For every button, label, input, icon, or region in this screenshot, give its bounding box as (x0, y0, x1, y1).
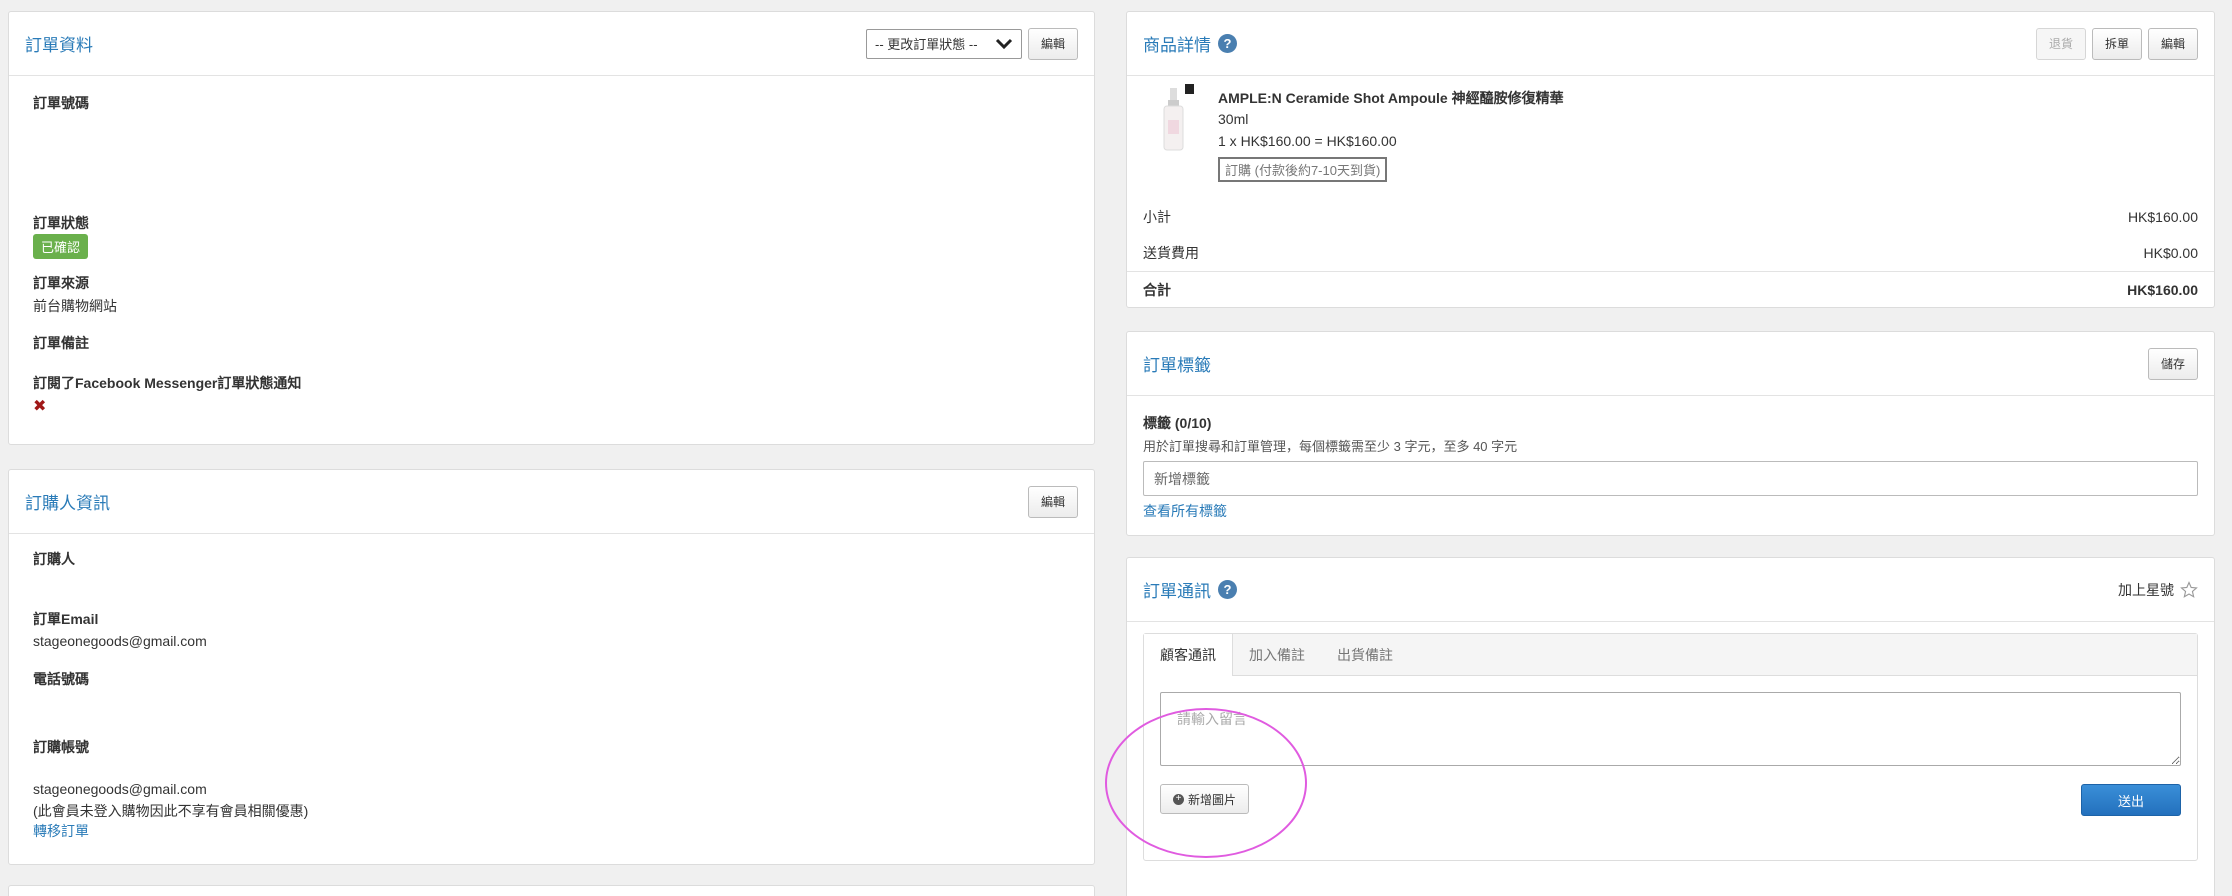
cross-icon: ✖ (33, 398, 47, 415)
order-status-label: 訂單狀態 (33, 215, 89, 231)
tags-label: 標籤 (0/10) (1143, 415, 1212, 431)
plus-circle-icon: + (1173, 793, 1184, 805)
star-label: 加上星號 (2118, 581, 2174, 598)
total-row: 合計 HK$160.00 (1127, 271, 2214, 307)
product-price-line: 1 x HK$160.00 = HK$160.00 (1218, 133, 1397, 149)
order-info-panel: 訂單資料 -- 更改訂單狀態 -- 編輯 訂單號碼 訂單狀態 已確認 訂單來源 … (8, 11, 1095, 445)
order-remark-label: 訂單備註 (33, 335, 89, 351)
order-tags-actions: 儲存 (2147, 347, 2198, 380)
buyer-label: 訂購人 (33, 551, 75, 567)
tags-hint: 用於訂單搜尋和訂單管理，每個標籤需至少 3 字元，至多 40 字元 (1143, 439, 1518, 454)
order-info-title: 訂單資料 (25, 36, 93, 55)
phone-label: 電話號碼 (33, 671, 89, 687)
subtotal-row: 小計 HK$160.00 (1127, 199, 2214, 235)
star-toggle[interactable]: 加上星號 (2118, 580, 2198, 600)
subtotal-value: HK$160.00 (2127, 209, 2198, 225)
shipping-label: 送貨費用 (1143, 245, 1199, 261)
help-icon[interactable]: ? (1218, 34, 1237, 53)
shipping-value: HK$0.00 (2143, 245, 2198, 261)
account-note: (此會員未登入購物因此不享有會員相關優惠) (33, 803, 309, 819)
subtotal-label: 小計 (1143, 209, 1171, 225)
order-status-select[interactable]: -- 更改訂單狀態 -- (865, 28, 1022, 59)
product-details-panel: 商品詳情 ? 退貨 拆單 編輯 AMPLE:N Ceramide Shot Am… (1126, 11, 2215, 308)
email-value: stageonegoods@gmail.com (33, 633, 207, 649)
total-value: HK$160.00 (2127, 281, 2198, 298)
order-info-header: 訂單資料 -- 更改訂單狀態 -- 編輯 (9, 12, 1094, 76)
product-details-title: 商品詳情 (1143, 36, 1211, 55)
add-image-button[interactable]: + 新增圖片 (1160, 784, 1250, 814)
product-name[interactable]: AMPLE:N Ceramide Shot Ampoule 神經醯胺修復精華 (1218, 88, 1564, 108)
order-number-label: 訂單號碼 (33, 95, 89, 111)
product-variant: 30ml (1218, 111, 1249, 127)
product-details-header: 商品詳情 ? 退貨 拆單 編輯 (1127, 12, 2214, 76)
buyer-info-title: 訂購人資訊 (25, 494, 110, 513)
help-icon[interactable]: ? (1218, 580, 1237, 599)
order-info-edit-button[interactable]: 編輯 (1027, 27, 1078, 60)
left-lower-panel (8, 885, 1095, 896)
message-tab-bar: 顧客通訊 加入備註 出貨備註 (1144, 634, 2197, 676)
new-tag-input[interactable] (1143, 461, 2198, 496)
return-button[interactable]: 退貨 (2035, 27, 2086, 60)
save-tags-button[interactable]: 儲存 (2147, 347, 2198, 380)
order-tags-title: 訂單標籤 (1143, 356, 1211, 375)
order-messages-title: 訂單通訊 (1143, 582, 1211, 601)
message-tabs-container: 顧客通訊 加入備註 出貨備註 + 新增圖片 送出 (1143, 633, 2198, 861)
account-label: 訂購帳號 (33, 739, 89, 755)
shipping-row: 送貨費用 HK$0.00 (1127, 235, 2214, 271)
product-actions: 退貨 拆單 編輯 (2035, 27, 2198, 60)
order-messages-header: 訂單通訊 ? 加上星號 (1127, 558, 2214, 622)
send-message-button[interactable]: 送出 (2081, 784, 2181, 816)
order-source-label: 訂單來源 (33, 275, 89, 291)
buyer-info-edit-button[interactable]: 編輯 (1027, 485, 1078, 518)
order-tags-header: 訂單標籤 儲存 (1127, 332, 2214, 396)
order-status-select-label: -- 更改訂單狀態 -- (874, 37, 978, 52)
tab-customer-message[interactable]: 顧客通訊 (1144, 634, 1233, 676)
split-order-button[interactable]: 拆單 (2091, 27, 2142, 60)
transfer-order-link[interactable]: 轉移訂單 (33, 821, 89, 841)
buyer-info-panel: 訂購人資訊 編輯 訂購人 訂單Email stageonegoods@gmail… (8, 469, 1095, 865)
preorder-tag: 訂購 (付款後約7-10天到貨) (1218, 157, 1388, 182)
buyer-info-header: 訂購人資訊 編輯 (9, 470, 1094, 534)
product-bottle-icon (1163, 84, 1194, 151)
fb-messenger-label: 訂閱了Facebook Messenger訂單狀態通知 (33, 375, 302, 391)
order-info-actions: -- 更改訂單狀態 -- 編輯 (865, 27, 1078, 60)
order-messages-panel: 訂單通訊 ? 加上星號 顧客通訊 加入備註 出貨備註 + 新增圖片 送出 (1126, 557, 2215, 896)
product-edit-button[interactable]: 編輯 (2147, 27, 2198, 60)
add-image-label: 新增圖片 (1188, 792, 1237, 807)
account-value: stageonegoods@gmail.com (33, 781, 207, 797)
star-icon[interactable] (2180, 580, 2198, 599)
email-label: 訂單Email (33, 611, 99, 627)
status-badge: 已確認 (33, 234, 89, 259)
total-label: 合計 (1143, 281, 1171, 298)
product-thumbnail[interactable] (1161, 84, 1195, 154)
tab-shipping-note[interactable]: 出貨備註 (1321, 634, 1409, 675)
view-all-tags-link[interactable]: 查看所有標籤 (1143, 501, 1227, 521)
chevron-down-icon (995, 38, 1013, 49)
order-tags-panel: 訂單標籤 儲存 標籤 (0/10) 用於訂單搜尋和訂單管理，每個標籤需至少 3 … (1126, 331, 2215, 536)
message-input[interactable] (1160, 692, 2181, 766)
buyer-info-actions: 編輯 (1027, 485, 1078, 518)
tab-add-note[interactable]: 加入備註 (1233, 634, 1321, 675)
order-source-value: 前台購物網站 (33, 298, 117, 314)
